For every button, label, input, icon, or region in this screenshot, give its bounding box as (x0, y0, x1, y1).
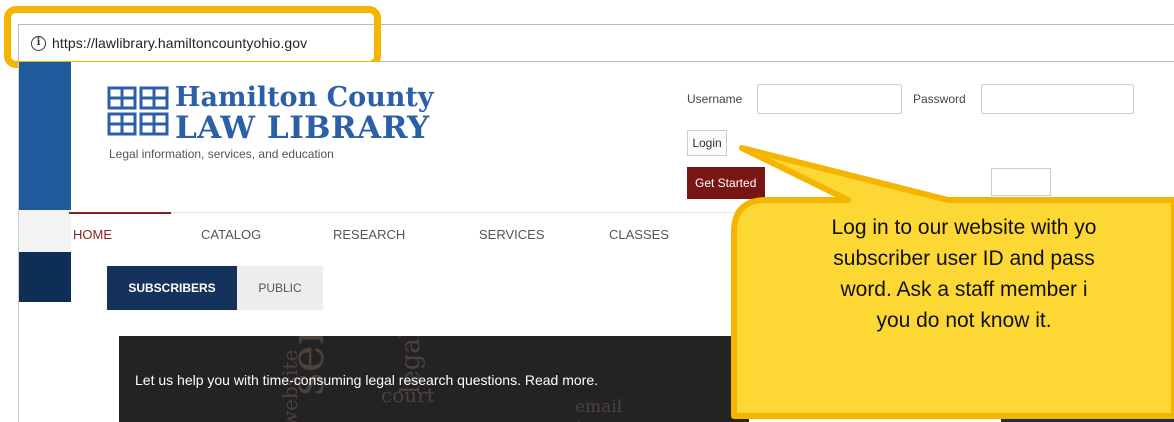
screenshot-stage: i https://lawlibrary.hamiltoncountyohio.… (0, 0, 1174, 422)
site-logo[interactable]: Hamilton County LAW LIBRARY Legal inform… (107, 82, 457, 164)
logo-title-line2: LAW LIBRARY (175, 110, 430, 146)
left-background-band (19, 62, 71, 422)
logo-title-line1: Hamilton County (175, 82, 434, 113)
password-field[interactable] (981, 84, 1134, 114)
search-field[interactable] (991, 168, 1051, 196)
tab-public[interactable]: PUBLIC (237, 266, 323, 310)
hero-banner[interactable]: services website email hours legal court… (119, 336, 749, 422)
get-started-button[interactable]: Get Started (687, 167, 765, 199)
nav-item-catalog[interactable]: CATALOG (201, 227, 261, 242)
banner-dark-panel (1001, 387, 1174, 422)
left-band-navy (19, 252, 71, 302)
callout-line: subscriber user ID and pass (833, 247, 1095, 270)
left-band-white (19, 302, 71, 422)
nav-item-research[interactable]: RESEARCH (333, 227, 405, 242)
nav-item-home[interactable]: HOME (73, 227, 112, 242)
banner-text[interactable]: Let us help you with time-consuming lega… (135, 372, 598, 388)
callout-line: you do not know it. (876, 309, 1052, 332)
cloud-word: email (575, 397, 622, 417)
building-logo-icon (107, 86, 169, 136)
nav-item-classes[interactable]: CLASSES (609, 227, 669, 242)
logo-tagline: Legal information, services, and educati… (109, 147, 334, 161)
callout-line: Log in to our website with yo (831, 216, 1097, 239)
left-band-blue (19, 62, 71, 210)
url-highlight-box (4, 6, 381, 68)
nav-active-indicator (69, 212, 171, 214)
username-field[interactable] (757, 84, 902, 114)
callout-line: word. Ask a staff member i (840, 278, 1088, 301)
password-label: Password (913, 92, 966, 106)
nav-item-services[interactable]: SERVICES (479, 227, 545, 242)
tab-subscribers[interactable]: SUBSCRIBERS (107, 266, 237, 310)
callout-text: Log in to our website with yo subscriber… (734, 212, 1174, 336)
username-label: Username (687, 92, 743, 106)
login-button[interactable]: Login (687, 130, 727, 156)
